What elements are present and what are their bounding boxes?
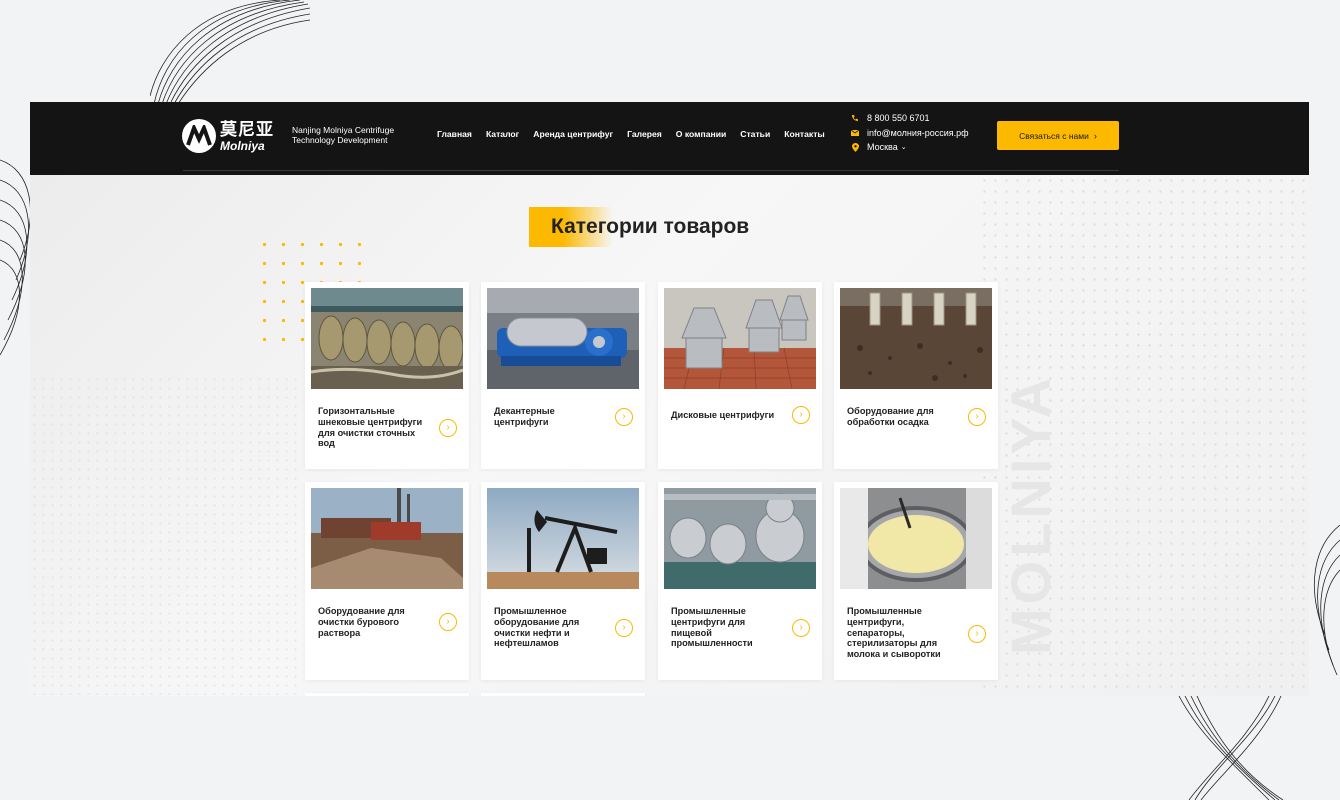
section-title-wrap: Категории товаров <box>529 207 749 247</box>
arrow-circle-icon[interactable]: › <box>439 419 457 437</box>
chevron-right-icon: › <box>1093 130 1097 141</box>
category-label: Промышленные центрифуги для пищевой пром… <box>671 606 753 649</box>
nav-gallery[interactable]: Галерея <box>627 129 662 139</box>
category-card[interactable]: Промышленные центрифуги для пищевой пром… <box>658 482 822 680</box>
category-label: Промышленные центрифуги, сепараторы, сте… <box>847 606 941 660</box>
oil-pump-jack-photo <box>487 488 639 589</box>
brand-watermark: MOLNIYA <box>999 373 1062 655</box>
company-name: Nanjing Molniya Centrifuge Technology De… <box>292 125 412 145</box>
page-title: Категории товаров <box>551 215 750 238</box>
wastewater-treatment-photo <box>311 288 463 389</box>
category-card[interactable]: Декантерные центрифуги › <box>481 282 645 469</box>
email-link[interactable]: info@молния-россия.рф <box>851 126 969 141</box>
arrow-circle-icon[interactable]: › <box>439 613 457 631</box>
category-card-partial[interactable] <box>305 693 469 696</box>
phone-link[interactable]: 8 800 550 6701 <box>851 111 969 126</box>
header-divider <box>183 170 1119 171</box>
city-name: Москва <box>867 142 898 153</box>
nav-home[interactable]: Главная <box>437 129 472 139</box>
arrow-circle-icon[interactable]: › <box>615 408 633 426</box>
email-icon <box>851 129 859 137</box>
phone-number: 8 800 550 6701 <box>867 113 930 124</box>
decorative-lines-bottom-right <box>1175 696 1285 800</box>
category-label: Промышленное оборудование для очистки не… <box>494 606 580 649</box>
email-address: info@молния-россия.рф <box>867 127 969 138</box>
arrow-circle-icon[interactable]: › <box>792 406 810 424</box>
nav-catalog[interactable]: Каталог <box>486 129 519 139</box>
category-label: Декантерные центрифуги <box>494 406 555 427</box>
site-header: 莫尼亚 Molniya Nanjing Molniya Centrifuge T… <box>30 102 1309 175</box>
background-dot-pattern-left <box>30 375 300 695</box>
chevron-down-icon: ⌄ <box>900 144 907 152</box>
category-label: Оборудование для обработки осадка <box>847 406 934 427</box>
decorative-lines-right <box>1305 525 1340 675</box>
disc-centrifuge-photo <box>664 288 816 389</box>
arrow-circle-icon[interactable]: › <box>968 625 986 643</box>
category-label: Горизонтальные шнековые центрифуги для о… <box>318 406 423 449</box>
website-frame: 莫尼亚 Molniya Nanjing Molniya Centrifuge T… <box>30 102 1309 696</box>
nav-rental[interactable]: Аренда центрифуг <box>533 129 613 139</box>
categories-section: MOLNIYA Категории товаров Горизонтальные… <box>30 175 1309 696</box>
logo-english-text: Molniya <box>220 138 265 153</box>
nav-articles[interactable]: Статьи <box>740 129 770 139</box>
food-industry-kettles-photo <box>664 488 816 589</box>
city-selector[interactable]: Москва ⌄ <box>851 140 969 155</box>
category-label: Оборудование для очистки бурового раство… <box>318 606 405 638</box>
category-card[interactable]: Горизонтальные шнековые центрифуги для о… <box>305 282 469 469</box>
location-pin-icon <box>851 142 859 152</box>
milk-vat-photo <box>840 488 992 589</box>
nav-contacts[interactable]: Контакты <box>784 129 825 139</box>
main-nav: Главная Каталог Аренда центрифуг Галерея… <box>437 129 839 139</box>
nav-about[interactable]: О компании <box>676 129 726 139</box>
company-name-line-2: Technology Development <box>292 135 388 145</box>
molniya-logo-icon <box>182 119 216 153</box>
category-card-partial[interactable] <box>481 693 645 696</box>
phone-icon <box>851 114 859 122</box>
decanter-centrifuge-photo <box>487 288 639 389</box>
category-label: Дисковые центрифуги <box>671 410 775 420</box>
contact-us-label: Связаться с нами <box>1019 130 1089 141</box>
logo-chinese-text: 莫尼亚 <box>220 119 274 139</box>
contact-us-button[interactable]: Связаться с нами › <box>997 121 1119 150</box>
category-card[interactable]: Дисковые центрифуги › <box>658 282 822 469</box>
company-name-line-1: Nanjing Molniya Centrifuge <box>292 125 395 135</box>
decorative-lines-top-left <box>150 0 310 104</box>
drilling-mud-site-photo <box>311 488 463 589</box>
contacts-block: 8 800 550 6701 info@молния-россия.рф Мос… <box>851 111 969 155</box>
logo[interactable]: 莫尼亚 Molniya <box>182 118 274 154</box>
category-card[interactable]: Промышленные центрифуги, сепараторы, сте… <box>834 482 998 680</box>
arrow-circle-icon[interactable]: › <box>968 408 986 426</box>
category-card[interactable]: Оборудование для обработки осадка › <box>834 282 998 469</box>
category-card[interactable]: Оборудование для очистки бурового раство… <box>305 482 469 680</box>
category-card[interactable]: Промышленное оборудование для очистки не… <box>481 482 645 680</box>
arrow-circle-icon[interactable]: › <box>792 619 810 637</box>
arrow-circle-icon[interactable]: › <box>615 619 633 637</box>
sludge-processing-photo <box>840 288 992 389</box>
